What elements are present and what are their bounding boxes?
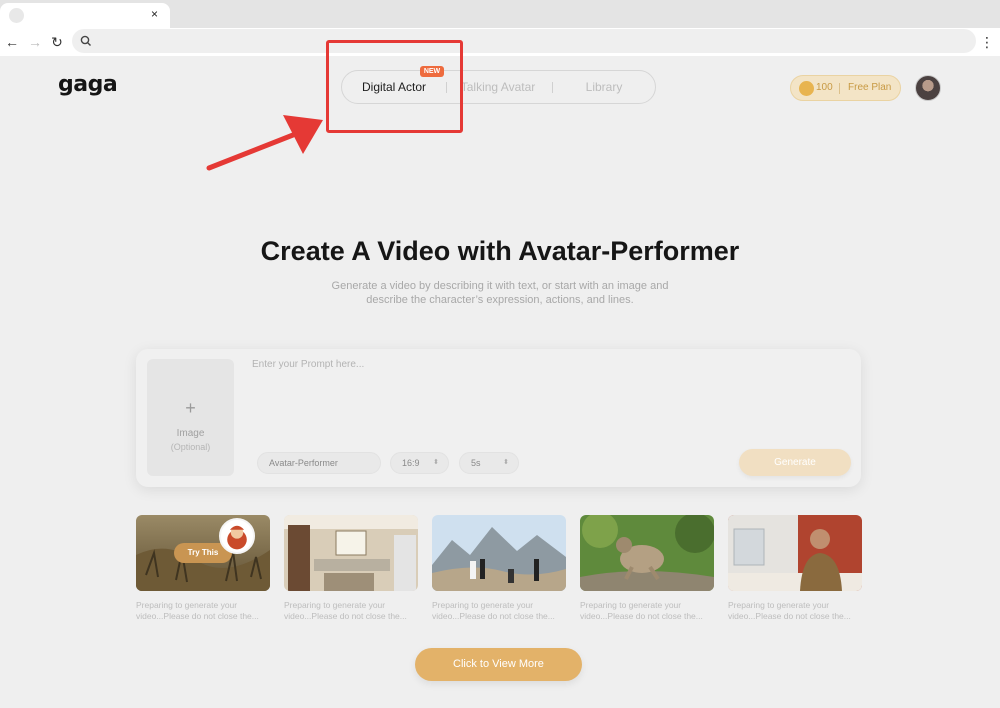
tab-close-icon[interactable]: ×	[151, 7, 158, 22]
address-bar[interactable]	[72, 29, 976, 53]
kitchen-image	[284, 515, 418, 591]
example-caption-4: Preparing to generate your video...Pleas…	[580, 600, 703, 621]
mascot-avatar	[219, 518, 255, 554]
gaga-logo[interactable]: gaga	[58, 72, 118, 97]
nav-divider	[552, 82, 553, 93]
duration-value: 5s	[471, 458, 481, 468]
view-more-button[interactable]: Click to View More	[415, 648, 582, 681]
back-icon[interactable]: ←	[3, 33, 21, 51]
example-caption-3: Preparing to generate your video...Pleas…	[432, 600, 555, 621]
browser-tabstrip: ×	[0, 0, 1000, 28]
tab-library[interactable]: Library	[554, 71, 654, 103]
tab-talking-avatar[interactable]: Talking Avatar	[448, 71, 548, 103]
credits-button[interactable]: 100 Free Plan	[790, 75, 901, 101]
example-thumbnail-2[interactable]	[284, 515, 418, 591]
example-caption-5: Preparing to generate your video...Pleas…	[728, 600, 851, 621]
example-thumbnail-3[interactable]	[432, 515, 566, 591]
generate-button[interactable]: Generate	[739, 449, 851, 476]
example-caption-1: Preparing to generate your video...Pleas…	[136, 600, 259, 621]
red-arrow-icon	[206, 115, 323, 171]
mountain-wedding-image	[432, 515, 566, 591]
page-title: Create A Video with Avatar-Performer	[260, 236, 740, 266]
page-subtitle: Generate a video by describing it with t…	[300, 279, 700, 307]
tab-favicon-icon	[9, 8, 24, 23]
user-avatar[interactable]	[915, 75, 941, 101]
mascot-icon	[221, 520, 253, 552]
forward-icon[interactable]: →	[26, 33, 44, 51]
more-icon[interactable]: ⋮	[980, 32, 994, 52]
man-at-desk-image	[728, 515, 862, 591]
model-value: Avatar-Performer	[269, 458, 338, 468]
upload-label: Image	[176, 428, 205, 439]
plan-label: Free Plan	[848, 82, 892, 93]
prompt-input[interactable]	[252, 359, 842, 439]
upload-hint: (Optional)	[170, 442, 211, 452]
prompt-card: + Image (Optional) Avatar-Performer 16:9…	[136, 349, 861, 487]
duration-select[interactable]: 5s ⬍	[459, 452, 519, 474]
ratio-select[interactable]: 16:9 ⬍	[390, 452, 449, 474]
example-thumbnail-5[interactable]	[728, 515, 862, 591]
example-caption-2: Preparing to generate your video...Pleas…	[284, 600, 407, 621]
model-select[interactable]: Avatar-Performer	[257, 452, 381, 474]
search-icon	[80, 35, 91, 46]
browser-toolbar: ← → ↻ ⋮	[0, 28, 1000, 56]
chevron-updown-icon: ⬍	[433, 459, 439, 466]
ratio-value: 16:9	[402, 458, 420, 468]
credits-count: 100	[816, 82, 833, 93]
image-upload-button[interactable]: + Image (Optional)	[147, 359, 234, 476]
subtitle-line-1: Generate a video by describing it with t…	[331, 280, 669, 292]
reload-icon[interactable]: ↻	[48, 33, 66, 51]
plus-icon: +	[185, 398, 196, 418]
subtitle-line-2: describe the character’s expression, act…	[366, 294, 634, 306]
coin-icon	[799, 81, 814, 96]
browser-tab[interactable]: ×	[0, 3, 170, 28]
chevron-updown-icon: ⬍	[503, 459, 509, 466]
example-thumbnail-4[interactable]	[580, 515, 714, 591]
credits-divider	[839, 83, 840, 94]
annotation-highlight-box	[326, 40, 463, 133]
monkey-image	[580, 515, 714, 591]
